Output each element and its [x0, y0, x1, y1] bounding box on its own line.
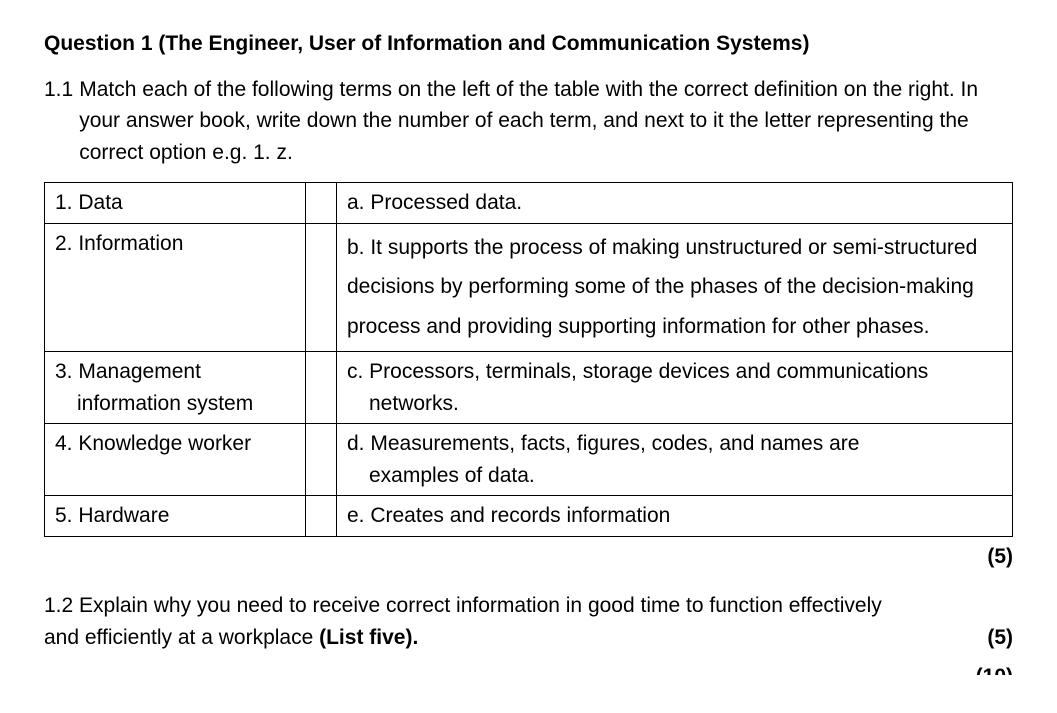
definition-cell: e. Creates and records information: [337, 496, 1013, 537]
table-row: 5. Hardware e. Creates and records infor…: [45, 496, 1013, 537]
question-topic: The Engineer, User of Information and Co…: [165, 32, 802, 55]
q1-2-text-plain: and efficiently at a workplace: [44, 626, 319, 649]
total-marks: (10): [44, 661, 1013, 675]
separator-cell: [306, 424, 337, 496]
q1-2-marks: (5): [987, 622, 1013, 654]
table-row: 4. Knowledge worker d. Measurements, fac…: [45, 424, 1013, 496]
definition-cell: a. Processed data.: [337, 183, 1013, 224]
q1-2-line1: 1.2 Explain why you need to receive corr…: [44, 590, 1013, 622]
term-cell: 2. Information: [45, 223, 306, 352]
table-row: 2. Information b. It supports the proces…: [45, 223, 1013, 352]
question-header: Question 1 (The Engineer, User of Inform…: [44, 28, 1013, 60]
def-line2: networks.: [347, 388, 1002, 420]
def-line1: d. Measurements, facts, figures, codes, …: [347, 432, 859, 455]
table-row: 1. Data a. Processed data.: [45, 183, 1013, 224]
def-line2: examples of data.: [347, 460, 1002, 492]
q1-1-marks: (5): [44, 541, 1013, 573]
separator-cell: [306, 183, 337, 224]
q1-1-instruction: 1.1 Match each of the following terms on…: [44, 74, 1013, 169]
q1-2: 1.2 Explain why you need to receive corr…: [44, 590, 1013, 653]
term-cell: 3. Management information system: [45, 352, 306, 424]
definition-cell: b. It supports the process of making uns…: [337, 223, 1013, 352]
separator-cell: [306, 352, 337, 424]
table-row: 3. Management information system c. Proc…: [45, 352, 1013, 424]
q1-1-number: 1.1: [44, 74, 73, 169]
definition-cell: d. Measurements, facts, figures, codes, …: [337, 424, 1013, 496]
q1-2-text-tail: and efficiently at a workplace (List fiv…: [44, 622, 418, 654]
definition-cell: c. Processors, terminals, storage device…: [337, 352, 1013, 424]
q1-2-line2: and efficiently at a workplace (List fiv…: [44, 622, 1013, 654]
separator-cell: [306, 496, 337, 537]
def-line1: c. Processors, terminals, storage device…: [347, 360, 928, 383]
q1-2-list-five: (List five).: [319, 626, 418, 649]
term-cell: 5. Hardware: [45, 496, 306, 537]
term-cell: 4. Knowledge worker: [45, 424, 306, 496]
term-cell: 1. Data: [45, 183, 306, 224]
separator-cell: [306, 223, 337, 352]
question-label: Question 1 (: [44, 32, 165, 55]
term-line1: 3. Management: [55, 360, 201, 383]
question-header-close: ): [802, 32, 809, 55]
q1-1-text: Match each of the following terms on the…: [79, 74, 1013, 169]
page: Question 1 (The Engineer, User of Inform…: [0, 0, 1057, 713]
term-line2: information system: [55, 388, 295, 420]
matching-table: 1. Data a. Processed data. 2. Informatio…: [44, 182, 1013, 537]
